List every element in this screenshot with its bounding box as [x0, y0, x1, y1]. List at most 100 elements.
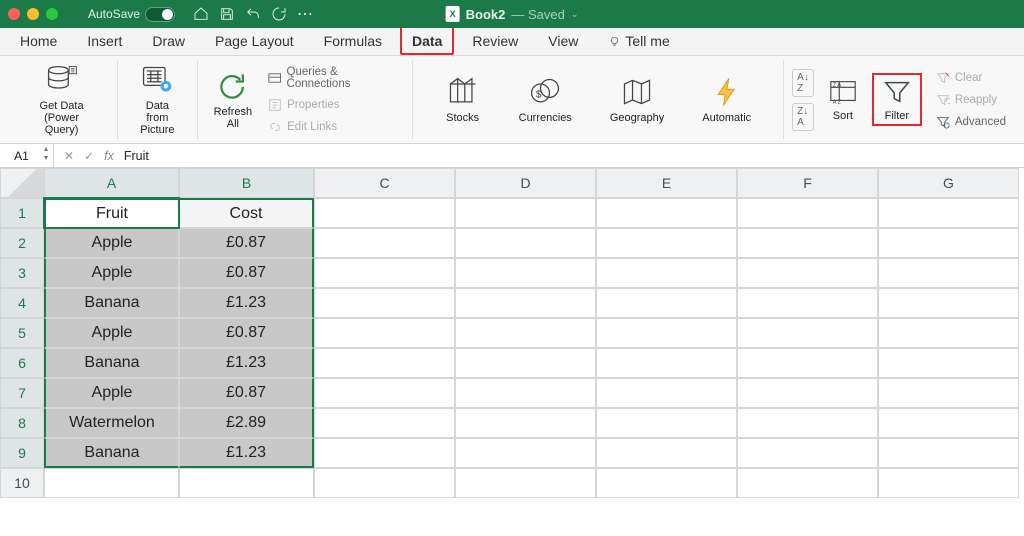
cell-c6[interactable]	[314, 348, 455, 378]
row-header-3[interactable]: 3	[0, 258, 44, 288]
edit-links-button[interactable]: Edit Links	[264, 118, 403, 136]
row-header-1[interactable]: 1	[0, 198, 44, 228]
cell-a3[interactable]: Apple	[44, 258, 179, 288]
automatic-button[interactable]: Automatic	[694, 73, 759, 126]
cell-c2[interactable]	[314, 228, 455, 258]
cell-a1[interactable]: Fruit	[44, 198, 179, 228]
cell-e3[interactable]	[596, 258, 737, 288]
cell-e1[interactable]	[596, 198, 737, 228]
column-header-d[interactable]: D	[455, 168, 596, 198]
save-icon[interactable]	[219, 6, 235, 22]
name-box-stepper[interactable]: ▲▼	[41, 146, 51, 164]
row-header-7[interactable]: 7	[0, 378, 44, 408]
cell-c9[interactable]	[314, 438, 455, 468]
minimize-window-button[interactable]	[27, 8, 39, 20]
cell-g3[interactable]	[878, 258, 1019, 288]
cell-e8[interactable]	[596, 408, 737, 438]
data-from-picture-button[interactable]: Data from Picture	[126, 61, 188, 138]
get-data-button[interactable]: Get Data (Power Query)	[14, 61, 109, 138]
cell-f8[interactable]	[737, 408, 878, 438]
cell-g5[interactable]	[878, 318, 1019, 348]
sort-desc-button[interactable]: Z↓A	[792, 103, 814, 131]
tab-review[interactable]: Review	[460, 25, 530, 55]
cell-g6[interactable]	[878, 348, 1019, 378]
cell-g10[interactable]	[878, 468, 1019, 498]
row-header-9[interactable]: 9	[0, 438, 44, 468]
cell-c8[interactable]	[314, 408, 455, 438]
column-header-f[interactable]: F	[737, 168, 878, 198]
cell-f9[interactable]	[737, 438, 878, 468]
cell-b2[interactable]: £0.87	[179, 228, 314, 258]
cell-a7[interactable]: Apple	[44, 378, 179, 408]
cell-f7[interactable]	[737, 378, 878, 408]
row-header-8[interactable]: 8	[0, 408, 44, 438]
row-header-4[interactable]: 4	[0, 288, 44, 318]
cell-a6[interactable]: Banana	[44, 348, 179, 378]
reapply-button[interactable]: Reapply	[932, 91, 1010, 109]
autosave-switch[interactable]	[145, 7, 175, 22]
cell-a9[interactable]: Banana	[44, 438, 179, 468]
qat-more-icon[interactable]: ⋯	[297, 4, 315, 24]
cell-c7[interactable]	[314, 378, 455, 408]
formula-bar-input[interactable]: Fruit	[124, 149, 149, 163]
cell-d2[interactable]	[455, 228, 596, 258]
column-header-e[interactable]: E	[596, 168, 737, 198]
column-header-b[interactable]: B	[179, 168, 314, 198]
cell-b3[interactable]: £0.87	[179, 258, 314, 288]
maximize-window-button[interactable]	[46, 8, 58, 20]
tab-draw[interactable]: Draw	[140, 25, 197, 55]
tab-page-layout[interactable]: Page Layout	[203, 25, 306, 55]
undo-icon[interactable]	[245, 6, 261, 22]
cell-e9[interactable]	[596, 438, 737, 468]
cell-d10[interactable]	[455, 468, 596, 498]
cell-b1[interactable]: Cost	[179, 198, 314, 228]
cell-a8[interactable]: Watermelon	[44, 408, 179, 438]
cell-g9[interactable]	[878, 438, 1019, 468]
cell-g7[interactable]	[878, 378, 1019, 408]
stocks-button[interactable]: Stocks	[437, 73, 489, 126]
cell-b10[interactable]	[179, 468, 314, 498]
cell-g2[interactable]	[878, 228, 1019, 258]
cell-d6[interactable]	[455, 348, 596, 378]
clear-filter-button[interactable]: Clear	[932, 69, 1010, 87]
cell-b5[interactable]: £0.87	[179, 318, 314, 348]
column-header-c[interactable]: C	[314, 168, 455, 198]
column-header-a[interactable]: A	[44, 168, 179, 198]
cell-e7[interactable]	[596, 378, 737, 408]
select-all-corner[interactable]	[0, 168, 44, 198]
cell-e2[interactable]	[596, 228, 737, 258]
row-header-6[interactable]: 6	[0, 348, 44, 378]
tell-me-search[interactable]: Tell me	[596, 25, 681, 55]
cell-e10[interactable]	[596, 468, 737, 498]
home-icon[interactable]	[193, 6, 209, 22]
sort-button[interactable]: Z AA Z Sort	[820, 75, 866, 124]
currencies-button[interactable]: $ Currencies	[511, 73, 580, 126]
cell-a10[interactable]	[44, 468, 179, 498]
cell-c10[interactable]	[314, 468, 455, 498]
cell-f4[interactable]	[737, 288, 878, 318]
cell-g8[interactable]	[878, 408, 1019, 438]
fx-icon[interactable]: fx	[104, 149, 114, 163]
cell-d3[interactable]	[455, 258, 596, 288]
cell-g4[interactable]	[878, 288, 1019, 318]
cell-e5[interactable]	[596, 318, 737, 348]
cell-d8[interactable]	[455, 408, 596, 438]
properties-button[interactable]: Properties	[264, 96, 403, 114]
cell-b7[interactable]: £0.87	[179, 378, 314, 408]
cell-b9[interactable]: £1.23	[179, 438, 314, 468]
cell-b4[interactable]: £1.23	[179, 288, 314, 318]
cell-d1[interactable]	[455, 198, 596, 228]
cell-c5[interactable]	[314, 318, 455, 348]
tab-home[interactable]: Home	[8, 25, 69, 55]
cell-f5[interactable]	[737, 318, 878, 348]
column-header-g[interactable]: G	[878, 168, 1019, 198]
cell-a5[interactable]: Apple	[44, 318, 179, 348]
advanced-filter-button[interactable]: Advanced	[932, 113, 1010, 131]
name-box[interactable]: A1 ▲▼	[0, 144, 54, 167]
row-header-2[interactable]: 2	[0, 228, 44, 258]
accept-formula-icon[interactable]: ✓	[84, 149, 94, 163]
tab-data[interactable]: Data	[400, 25, 454, 55]
tab-insert[interactable]: Insert	[75, 25, 134, 55]
cell-e6[interactable]	[596, 348, 737, 378]
cell-f10[interactable]	[737, 468, 878, 498]
